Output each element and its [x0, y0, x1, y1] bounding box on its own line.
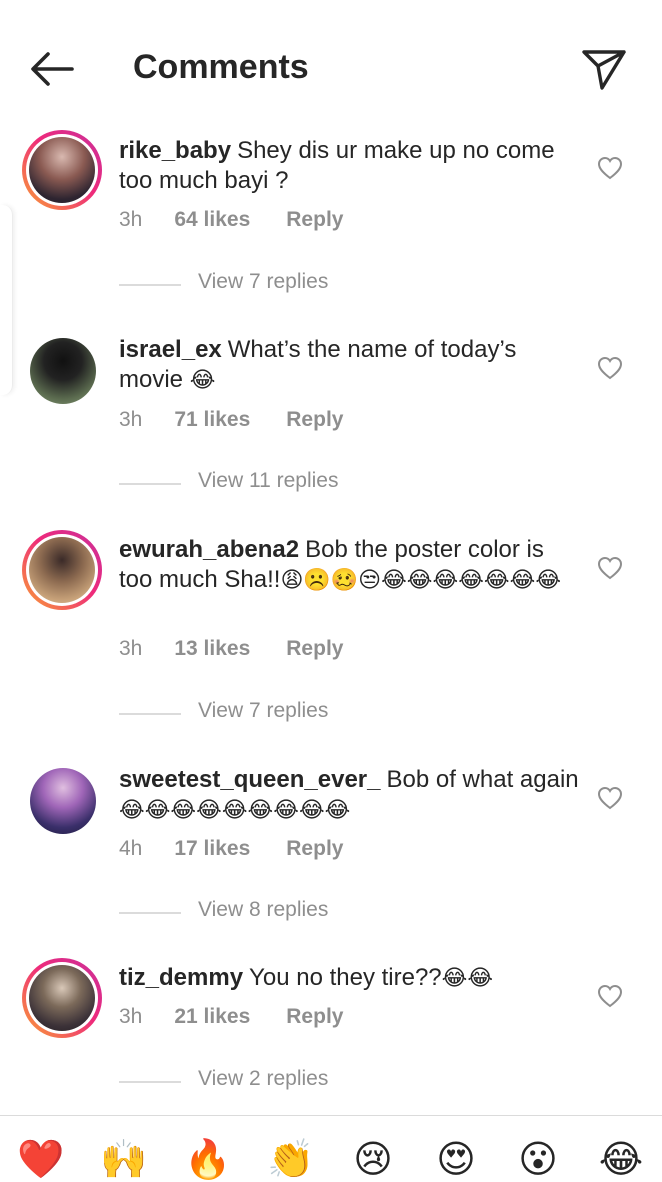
like-heart-icon[interactable] — [597, 556, 623, 580]
like-heart-icon[interactable] — [597, 984, 623, 1008]
comment-username[interactable]: rike_baby — [119, 137, 231, 164]
back-arrow-icon[interactable] — [26, 48, 78, 90]
comment-username[interactable]: sweetest_queen_ever_ — [119, 766, 381, 793]
fire-emoji-button[interactable]: 🔥 — [181, 1138, 235, 1182]
replies-divider — [119, 912, 181, 914]
replies-divider — [119, 1081, 181, 1083]
view-replies-label: View 8 replies — [198, 898, 329, 921]
comment-emojis: 😂😂 — [441, 965, 494, 990]
like-heart-icon[interactable] — [597, 356, 623, 380]
replies-divider — [119, 483, 181, 485]
comment-text: israel_ex What’s the name of today’s movi… — [119, 335, 579, 395]
comment-meta: 3h 13 likes Reply — [119, 637, 343, 661]
comment-username[interactable]: ewurah_abena2 — [119, 536, 299, 563]
comment-time: 3h — [119, 637, 143, 660]
replies-divider — [119, 713, 181, 715]
comment-emojis: 😂😂😂😂😂😂😂😂😂 — [119, 797, 351, 822]
like-heart-icon[interactable] — [597, 156, 623, 180]
comment-emojis: 😂 — [189, 367, 216, 392]
view-replies-label: View 7 replies — [198, 270, 329, 293]
comment-body: Bob of what again — [386, 766, 579, 793]
comment-time: 3h — [119, 408, 143, 431]
send-icon[interactable] — [580, 46, 628, 92]
crying-face-emoji-button[interactable]: 😢 — [346, 1138, 400, 1182]
page-title: Comments — [133, 48, 309, 86]
comment-time: 3h — [119, 1005, 143, 1028]
comment-time: 4h — [119, 837, 143, 860]
avatar[interactable] — [22, 760, 102, 840]
avatar[interactable] — [22, 958, 102, 1038]
reply-button[interactable]: Reply — [286, 837, 343, 861]
laughing-tears-emoji-button[interactable]: 😂 — [594, 1138, 648, 1182]
view-replies-label: View 7 replies — [198, 699, 329, 722]
reply-button[interactable]: Reply — [286, 1005, 343, 1029]
comment-meta: 4h 17 likes Reply — [119, 837, 343, 861]
reply-button[interactable]: Reply — [286, 208, 343, 232]
view-replies-label: View 11 replies — [198, 469, 339, 492]
comment-meta: 3h 71 likes Reply — [119, 408, 343, 432]
comment-likes[interactable]: 17 likes — [174, 837, 250, 861]
header: Comments — [0, 0, 662, 120]
replies-divider — [119, 284, 181, 286]
view-replies-label: View 2 replies — [198, 1067, 329, 1090]
avatar[interactable] — [22, 330, 102, 410]
comment-likes[interactable]: 71 likes — [174, 408, 250, 432]
comment-text: ewurah_abena2 Bob the poster color is too… — [119, 535, 579, 595]
clapping-hands-emoji-button[interactable]: 👏 — [264, 1138, 318, 1182]
avatar[interactable] — [22, 130, 102, 210]
comment-username[interactable]: tiz_demmy — [119, 964, 243, 991]
reply-button[interactable]: Reply — [286, 637, 343, 661]
comment-likes[interactable]: 21 likes — [174, 1005, 250, 1029]
surprised-face-emoji-button[interactable]: 😮 — [511, 1138, 565, 1182]
comment-text: tiz_demmy You no they tire??😂😂 — [119, 963, 579, 993]
comment-time: 3h — [119, 208, 143, 231]
heart-eyes-emoji-button[interactable]: 😍 — [429, 1138, 483, 1182]
comment-username[interactable]: israel_ex — [119, 336, 222, 363]
side-sheet-edge — [0, 205, 13, 395]
comment-emojis: 😩☹️🥴😒😂😂😂😂😂😂😂 — [280, 567, 562, 592]
emoji-reaction-bar: ❤️ 🙌 🔥 👏 😢 😍 😮 😂 — [0, 1115, 662, 1182]
comment-body: You no they tire?? — [249, 964, 442, 991]
comment-meta: 3h 64 likes Reply — [119, 208, 343, 232]
like-heart-icon[interactable] — [597, 786, 623, 810]
comment-text: rike_baby Shey dis ur make up no come too… — [119, 136, 579, 196]
raised-hands-emoji-button[interactable]: 🙌 — [97, 1138, 151, 1182]
reply-button[interactable]: Reply — [286, 408, 343, 432]
comment-meta: 3h 21 likes Reply — [119, 1005, 343, 1029]
comment-likes[interactable]: 64 likes — [174, 208, 250, 232]
avatar[interactable] — [22, 530, 102, 610]
heart-emoji-button[interactable]: ❤️ — [14, 1138, 68, 1182]
comment-text: sweetest_queen_ever_ Bob of what again 😂😂… — [119, 765, 579, 825]
comment-likes[interactable]: 13 likes — [174, 637, 250, 661]
